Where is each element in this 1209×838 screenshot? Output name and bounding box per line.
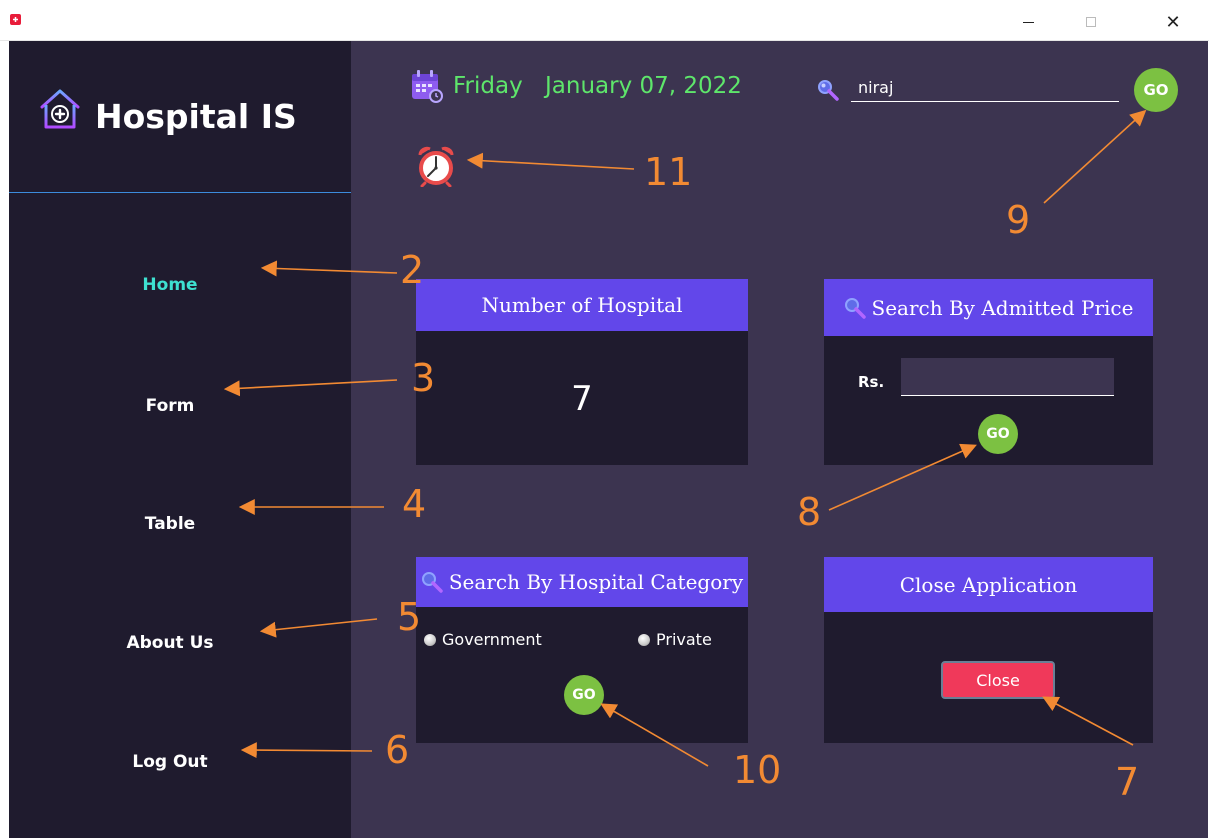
search-go-button[interactable]: GO bbox=[1134, 68, 1178, 112]
minimize-icon bbox=[1022, 21, 1034, 23]
date-full: January 07, 2022 bbox=[545, 73, 742, 99]
app-title: Hospital IS bbox=[95, 97, 297, 136]
annotation-9: 9 bbox=[1006, 198, 1031, 242]
main-panel: Friday January 07, 2022 GO Number of Hos… bbox=[351, 41, 1208, 838]
close-application-card: Close Application Close bbox=[824, 557, 1153, 743]
annotation-3: 3 bbox=[411, 356, 436, 400]
calendar-icon bbox=[412, 70, 443, 103]
nav-about-us[interactable]: About Us bbox=[0, 633, 341, 653]
nav-form[interactable]: Form bbox=[0, 396, 341, 416]
currency-label: Rs. bbox=[858, 373, 885, 391]
search-input[interactable] bbox=[851, 74, 1119, 102]
radio-button-icon bbox=[424, 633, 436, 646]
window-close-button[interactable]: ✕ bbox=[1150, 8, 1196, 36]
annotation-7: 7 bbox=[1115, 760, 1140, 804]
admitted-price-title: Search By Admitted Price bbox=[871, 295, 1134, 320]
close-x-icon: ✕ bbox=[1165, 11, 1181, 33]
annotation-11: 11 bbox=[644, 150, 693, 194]
annotation-5: 5 bbox=[397, 595, 422, 639]
annotation-2: 2 bbox=[400, 248, 425, 292]
search-icon bbox=[844, 297, 866, 319]
alarm-clock-icon bbox=[418, 146, 454, 187]
hospital-house-icon bbox=[40, 89, 80, 132]
radio-private[interactable]: Private bbox=[638, 630, 712, 649]
hospital-count-card: Number of Hospital 7 bbox=[416, 279, 748, 465]
radio-government[interactable]: Government bbox=[424, 630, 542, 649]
annotation-8: 8 bbox=[797, 490, 822, 534]
maximize-icon bbox=[1086, 17, 1096, 27]
search-icon bbox=[818, 80, 839, 101]
search-icon bbox=[421, 572, 443, 593]
nav-table[interactable]: Table bbox=[0, 514, 341, 534]
hospital-category-card: Search By Hospital Category Government P… bbox=[416, 557, 748, 743]
hospital-count-title: Number of Hospital bbox=[416, 279, 748, 331]
close-application-button[interactable]: Close bbox=[941, 661, 1055, 699]
price-go-button[interactable]: GO bbox=[978, 414, 1018, 454]
admitted-price-card: Search By Admitted Price Rs. GO bbox=[824, 279, 1153, 465]
radio-button-icon bbox=[638, 633, 650, 646]
radio-private-label: Private bbox=[656, 630, 712, 649]
window-titlebar: ✕ bbox=[0, 0, 1209, 41]
annotation-4: 4 bbox=[402, 482, 427, 526]
admitted-price-header: Search By Admitted Price bbox=[824, 279, 1153, 336]
nav-home[interactable]: Home bbox=[0, 275, 341, 295]
hospital-category-title: Search By Hospital Category bbox=[448, 570, 744, 594]
radio-government-label: Government bbox=[442, 630, 542, 649]
price-input[interactable] bbox=[901, 358, 1114, 396]
minimize-button[interactable] bbox=[1005, 8, 1051, 36]
hospital-count-value: 7 bbox=[571, 379, 593, 419]
category-go-button[interactable]: GO bbox=[564, 675, 604, 715]
logo-area: Hospital IS bbox=[9, 41, 351, 193]
sidebar: Hospital IS Home Form Table About Us Log… bbox=[9, 41, 351, 838]
date-day: Friday bbox=[453, 73, 523, 99]
app-red-cross-icon bbox=[10, 14, 21, 25]
nav-log-out[interactable]: Log Out bbox=[0, 752, 341, 772]
annotation-6: 6 bbox=[385, 728, 410, 772]
close-application-title: Close Application bbox=[824, 557, 1153, 612]
maximize-button[interactable] bbox=[1068, 8, 1114, 36]
annotation-10: 10 bbox=[733, 748, 782, 792]
hospital-category-header: Search By Hospital Category bbox=[416, 557, 748, 607]
